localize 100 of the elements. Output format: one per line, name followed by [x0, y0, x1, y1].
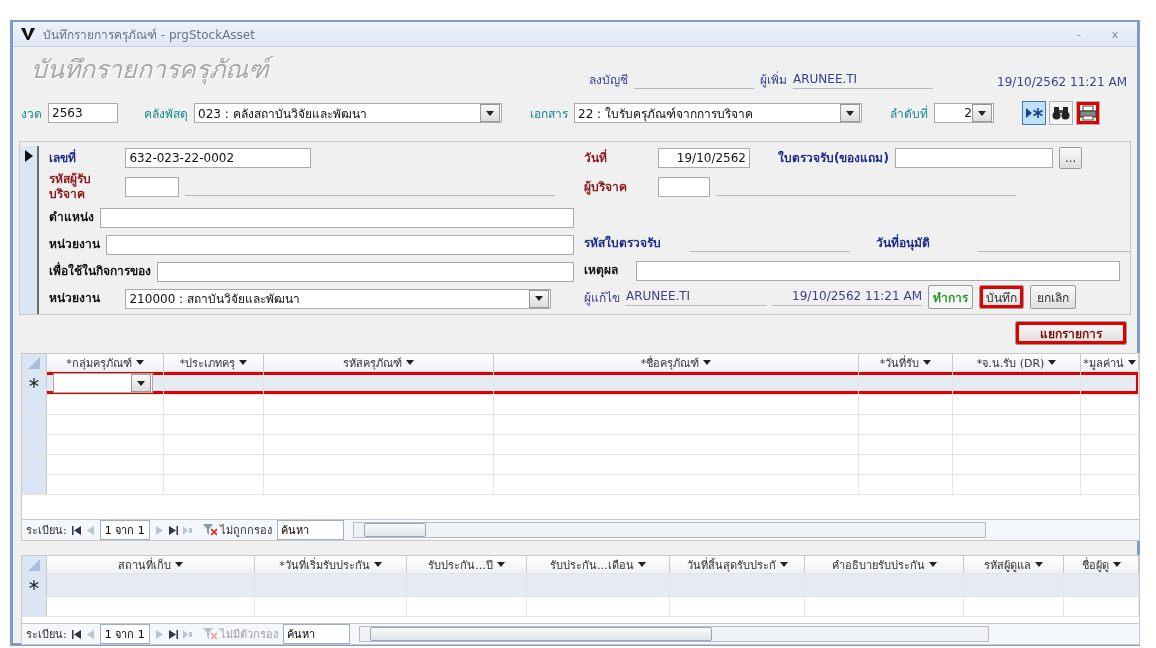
field-label: ตำแหน่ง [49, 210, 95, 225]
added-at-value: 19/10/2562 11:21 AM [997, 75, 1127, 89]
column-header[interactable]: รหัสครุภัณฑ์ [264, 354, 494, 371]
code-field[interactable] [125, 177, 180, 197]
editor-value: ARUNEE.TI [626, 288, 766, 306]
filter-label: ลำดับที่ [890, 104, 928, 123]
filter-indicator[interactable]: ไม่ถูกกรอง [202, 521, 272, 539]
row-selector[interactable] [22, 574, 47, 596]
reason-field[interactable] [636, 260, 1120, 281]
horizontal-scrollbar[interactable] [358, 626, 989, 642]
caret-icon [373, 562, 382, 567]
empty-row[interactable] [22, 415, 1139, 435]
new-record-nav-icon[interactable] [182, 525, 192, 535]
caret-icon [1127, 360, 1136, 365]
window-title: บันทึกรายการครุภัณฑ์ - prgStockAsset [43, 26, 256, 44]
gift-receipt-label: ใบตรวจรับ(ของแถม) [778, 150, 889, 166]
caret-icon [779, 562, 788, 567]
text-field[interactable]: 632-023-22-0002 [125, 148, 312, 168]
text-field[interactable] [100, 207, 574, 228]
next-record-icon[interactable] [154, 525, 164, 535]
donor-label: ผู้บริจาค [584, 179, 628, 195]
caret-icon [1048, 360, 1057, 365]
column-header[interactable]: คำอธิบายรับประกัน [805, 556, 964, 573]
record-selector-icon [24, 150, 33, 162]
last-record-icon[interactable] [168, 629, 178, 639]
combo-box[interactable]: 22 : ใบรับครุภัณฑ์จากการบริจาค [574, 103, 862, 123]
new-record-nav-icon[interactable] [182, 629, 192, 639]
donor-field[interactable] [658, 177, 710, 197]
caret-icon [137, 380, 145, 386]
empty-row[interactable] [22, 435, 1139, 455]
record-label: ระเบียน: [26, 523, 67, 539]
column-header[interactable]: รับประกัน...ปี [407, 556, 527, 573]
cancel-button[interactable]: ยกเลิก [1030, 285, 1076, 309]
gift-receipt-field[interactable] [894, 148, 1053, 168]
record-label: ระเบียน: [26, 627, 67, 643]
next-record-icon[interactable] [154, 629, 164, 639]
first-record-icon[interactable] [71, 525, 81, 535]
empty-row[interactable] [22, 455, 1139, 475]
new-row-star-icon [29, 378, 39, 388]
caret-icon [928, 562, 937, 567]
column-header[interactable]: *ประเภทครุ [164, 354, 264, 371]
browse-button[interactable]: ... [1058, 147, 1083, 169]
period-field[interactable]: 2563 [48, 103, 118, 123]
caret-icon [406, 360, 414, 365]
field-label: หน่วยงาน [49, 291, 102, 306]
column-header[interactable]: รับประกัน...เดือน [527, 556, 670, 573]
caret-icon [846, 110, 854, 116]
caret-icon [486, 110, 494, 116]
new-record-button[interactable] [1022, 101, 1046, 125]
split-items-button[interactable]: แยกรายการ [1015, 321, 1127, 345]
column-header[interactable]: *มูลค่าน่ [1081, 354, 1139, 371]
caret-icon [135, 360, 144, 365]
edited-at-value: 19/10/2562 11:21 AM [772, 288, 922, 306]
caret-icon [978, 110, 986, 116]
combo-box[interactable]: 023 : คลังสถาบันวิจัยและพัฒนา [194, 103, 502, 123]
previous-record-icon[interactable] [85, 525, 95, 535]
column-header[interactable]: รหัสผู้ดูแล [964, 556, 1064, 573]
field-label: รหัสผู้รับบริจาค [49, 172, 93, 202]
empty-row[interactable] [22, 475, 1139, 495]
horizontal-scrollbar[interactable] [352, 522, 986, 538]
printer-icon [1079, 105, 1097, 121]
combo-box[interactable]: 2 [934, 103, 994, 123]
text-field[interactable] [106, 234, 574, 255]
caret-icon [496, 562, 505, 567]
column-header[interactable]: *วันที่รับ [859, 354, 953, 371]
print-button[interactable] [1076, 101, 1100, 125]
column-header[interactable]: *ชื่อครุภัณฑ์ [494, 354, 859, 371]
save-button[interactable]: บันทึก [979, 285, 1024, 309]
select-all-icon[interactable] [28, 356, 40, 369]
record-position-field[interactable]: 1 จาก 1 [99, 624, 150, 644]
app-logo-icon [21, 27, 35, 41]
last-record-icon[interactable] [168, 525, 178, 535]
column-header[interactable]: ชื่อผู้ดู [1064, 556, 1139, 573]
combo-box[interactable] [53, 373, 153, 393]
search-field[interactable]: ค้นหา [276, 520, 344, 540]
field-label: เพื่อใช้ในกิจการของ [49, 264, 152, 279]
row-selector[interactable] [22, 372, 47, 394]
new-row-star-icon [29, 580, 39, 590]
field-label: เลขที่ [49, 150, 78, 166]
column-header[interactable]: สถานที่เก็บ [47, 556, 255, 573]
approved-date-label: วันที่อนุมัติ [876, 236, 931, 251]
combo-box[interactable]: 210000 : สถาบันวิจัยและพัฒนา [125, 288, 552, 309]
column-header[interactable]: *วันที่เริ่มรับประกัน [255, 556, 407, 573]
column-header[interactable]: วันที่สิ้นสุดรับประกั [670, 556, 805, 573]
previous-record-icon[interactable] [85, 629, 95, 639]
first-record-icon[interactable] [71, 629, 81, 639]
find-button[interactable] [1049, 101, 1073, 125]
select-all-icon[interactable] [28, 558, 40, 571]
date-field[interactable]: 19/10/2562 [658, 148, 750, 168]
record-position-field[interactable]: 1 จาก 1 [99, 520, 150, 540]
column-header[interactable]: *จ.น.รับ (DR) [953, 354, 1081, 371]
caret-icon [1112, 562, 1121, 567]
form-title: บันทึกรายการครุภัณฑ์ [31, 49, 583, 89]
caret-icon [175, 562, 183, 567]
new-record-row[interactable] [22, 372, 1139, 395]
column-header[interactable]: *กลุ่มครุภัณฑ์ [47, 354, 164, 371]
reason-label: เหตุผล [584, 263, 619, 278]
search-field[interactable]: ค้นหา [282, 624, 350, 644]
text-field[interactable] [157, 261, 574, 282]
editor-label: ผู้แก้ไข [584, 289, 620, 307]
